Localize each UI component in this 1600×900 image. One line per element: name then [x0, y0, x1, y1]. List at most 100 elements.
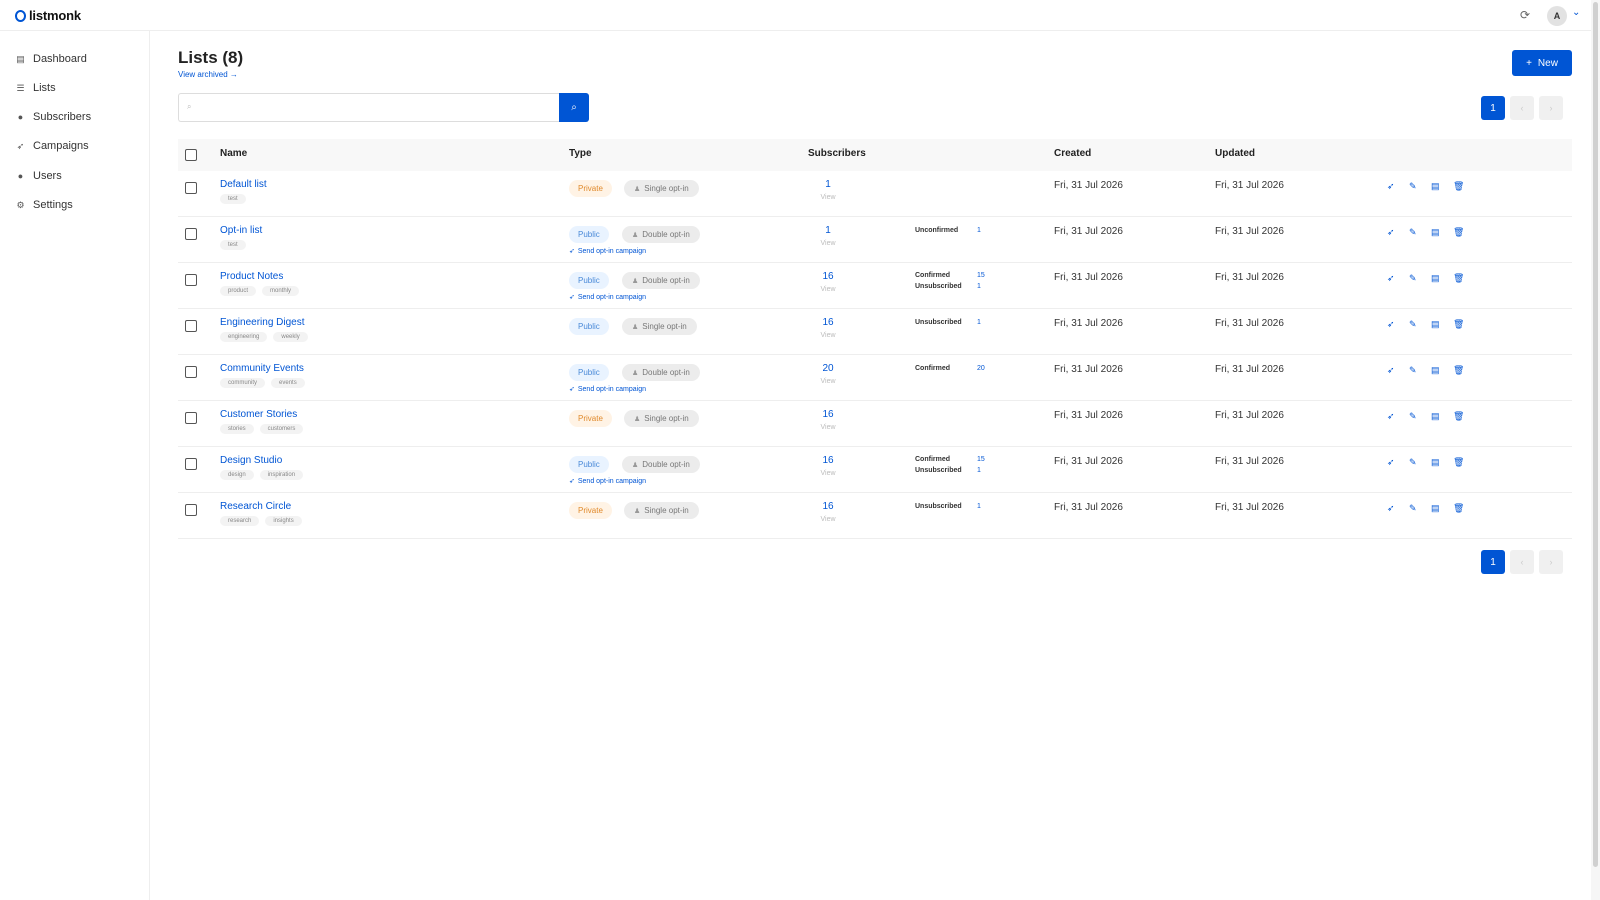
- row-checkbox[interactable]: [185, 412, 197, 424]
- status-count[interactable]: 15: [977, 272, 985, 279]
- rocket-icon[interactable]: ➶: [1387, 411, 1395, 422]
- chevron-down-icon[interactable]: ⌄: [1572, 7, 1580, 18]
- view-subscribers-link[interactable]: View: [818, 424, 838, 431]
- list-name-link[interactable]: Engineering Digest: [220, 317, 305, 328]
- sidebar-item-users[interactable]: ● Users: [16, 170, 62, 182]
- sidebar-item-settings[interactable]: ⚙ Settings: [16, 199, 72, 211]
- pencil-icon[interactable]: ✎: [1409, 365, 1417, 376]
- search-input[interactable]: ⌕: [178, 93, 560, 122]
- view-subscribers-link[interactable]: View: [818, 194, 838, 201]
- trash-icon[interactable]: 🗑: [1453, 411, 1464, 422]
- prev-page-button[interactable]: ‹: [1510, 96, 1534, 120]
- subscriber-count[interactable]: 1: [818, 179, 838, 190]
- scrollbar[interactable]: [1591, 0, 1600, 900]
- document-icon[interactable]: ▤: [1431, 227, 1440, 238]
- document-icon[interactable]: ▤: [1431, 503, 1440, 514]
- status-count[interactable]: 1: [977, 227, 981, 234]
- header-name[interactable]: Name: [220, 148, 247, 159]
- row-checkbox[interactable]: [185, 504, 197, 516]
- page-1-button[interactable]: 1: [1481, 96, 1505, 120]
- rocket-icon[interactable]: ➶: [1387, 319, 1395, 330]
- trash-icon[interactable]: 🗑: [1453, 365, 1464, 376]
- document-icon[interactable]: ▤: [1431, 319, 1440, 330]
- send-optin-campaign-link[interactable]: ➶ Send opt-in campaign: [569, 247, 646, 256]
- view-subscribers-link[interactable]: View: [818, 240, 838, 247]
- rocket-icon[interactable]: ➶: [1387, 227, 1395, 238]
- rocket-icon[interactable]: ➶: [1387, 181, 1395, 192]
- list-name-link[interactable]: Customer Stories: [220, 409, 297, 420]
- row-checkbox[interactable]: [185, 320, 197, 332]
- rocket-icon[interactable]: ➶: [1387, 503, 1395, 514]
- row-checkbox[interactable]: [185, 182, 197, 194]
- trash-icon[interactable]: 🗑: [1453, 273, 1464, 284]
- pencil-icon[interactable]: ✎: [1409, 319, 1417, 330]
- document-icon[interactable]: ▤: [1431, 411, 1440, 422]
- subscriber-count[interactable]: 1: [818, 225, 838, 236]
- list-name-link[interactable]: Default list: [220, 179, 267, 190]
- rocket-icon[interactable]: ➶: [1387, 365, 1395, 376]
- rocket-icon[interactable]: ➶: [1387, 273, 1395, 284]
- status-count[interactable]: 1: [977, 503, 981, 510]
- header-updated[interactable]: Updated: [1215, 148, 1255, 159]
- status-count[interactable]: 1: [977, 283, 981, 290]
- pencil-icon[interactable]: ✎: [1409, 181, 1417, 192]
- refresh-icon[interactable]: ⟳: [1520, 8, 1530, 22]
- view-subscribers-link[interactable]: View: [818, 378, 838, 385]
- next-page-button[interactable]: ›: [1539, 550, 1563, 574]
- prev-page-button[interactable]: ‹: [1510, 550, 1534, 574]
- trash-icon[interactable]: 🗑: [1453, 503, 1464, 514]
- status-count[interactable]: 1: [977, 467, 981, 474]
- sidebar-item-campaigns[interactable]: ➶ Campaigns: [16, 140, 89, 152]
- pencil-icon[interactable]: ✎: [1409, 273, 1417, 284]
- send-optin-campaign-link[interactable]: ➶ Send opt-in campaign: [569, 293, 646, 302]
- send-optin-campaign-link[interactable]: ➶ Send opt-in campaign: [569, 477, 646, 486]
- avatar[interactable]: A: [1547, 6, 1567, 26]
- list-name-link[interactable]: Community Events: [220, 363, 304, 374]
- sidebar-item-subscribers[interactable]: ● Subscribers: [16, 111, 91, 123]
- header-type[interactable]: Type: [569, 148, 592, 159]
- pencil-icon[interactable]: ✎: [1409, 457, 1417, 468]
- list-name-link[interactable]: Product Notes: [220, 271, 283, 282]
- send-optin-campaign-link[interactable]: ➶ Send opt-in campaign: [569, 385, 646, 394]
- document-icon[interactable]: ▤: [1431, 181, 1440, 192]
- select-all-checkbox[interactable]: [185, 149, 197, 161]
- trash-icon[interactable]: 🗑: [1453, 181, 1464, 192]
- view-subscribers-link[interactable]: View: [818, 516, 838, 523]
- row-checkbox[interactable]: [185, 228, 197, 240]
- logo[interactable]: listmonk: [15, 8, 81, 23]
- subscriber-count[interactable]: 16: [818, 317, 838, 328]
- header-created[interactable]: Created: [1054, 148, 1091, 159]
- view-archived-link[interactable]: View archived →: [178, 70, 238, 79]
- rocket-icon[interactable]: ➶: [1387, 457, 1395, 468]
- new-list-button[interactable]: + New: [1512, 50, 1572, 76]
- subscriber-count[interactable]: 16: [818, 455, 838, 466]
- pencil-icon[interactable]: ✎: [1409, 411, 1417, 422]
- search-button[interactable]: ⌕: [559, 93, 589, 122]
- row-checkbox[interactable]: [185, 274, 197, 286]
- row-checkbox[interactable]: [185, 366, 197, 378]
- header-subscribers[interactable]: Subscribers: [808, 148, 866, 159]
- status-count[interactable]: 15: [977, 456, 985, 463]
- document-icon[interactable]: ▤: [1431, 365, 1440, 376]
- subscriber-count[interactable]: 16: [818, 409, 838, 420]
- sidebar-item-lists[interactable]: ☰ Lists: [16, 82, 55, 94]
- document-icon[interactable]: ▤: [1431, 273, 1440, 284]
- next-page-button[interactable]: ›: [1539, 96, 1563, 120]
- status-count[interactable]: 1: [977, 319, 981, 326]
- sidebar-item-dashboard[interactable]: ▤ Dashboard: [16, 53, 87, 65]
- trash-icon[interactable]: 🗑: [1453, 227, 1464, 238]
- view-subscribers-link[interactable]: View: [818, 286, 838, 293]
- subscriber-count[interactable]: 16: [818, 271, 838, 282]
- list-name-link[interactable]: Opt-in list: [220, 225, 262, 236]
- view-subscribers-link[interactable]: View: [818, 470, 838, 477]
- document-icon[interactable]: ▤: [1431, 457, 1440, 468]
- trash-icon[interactable]: 🗑: [1453, 457, 1464, 468]
- trash-icon[interactable]: 🗑: [1453, 319, 1464, 330]
- list-name-link[interactable]: Design Studio: [220, 455, 282, 466]
- pencil-icon[interactable]: ✎: [1409, 227, 1417, 238]
- subscriber-count[interactable]: 20: [818, 363, 838, 374]
- view-subscribers-link[interactable]: View: [818, 332, 838, 339]
- pencil-icon[interactable]: ✎: [1409, 503, 1417, 514]
- scrollbar-thumb[interactable]: [1593, 2, 1598, 867]
- list-name-link[interactable]: Research Circle: [220, 501, 291, 512]
